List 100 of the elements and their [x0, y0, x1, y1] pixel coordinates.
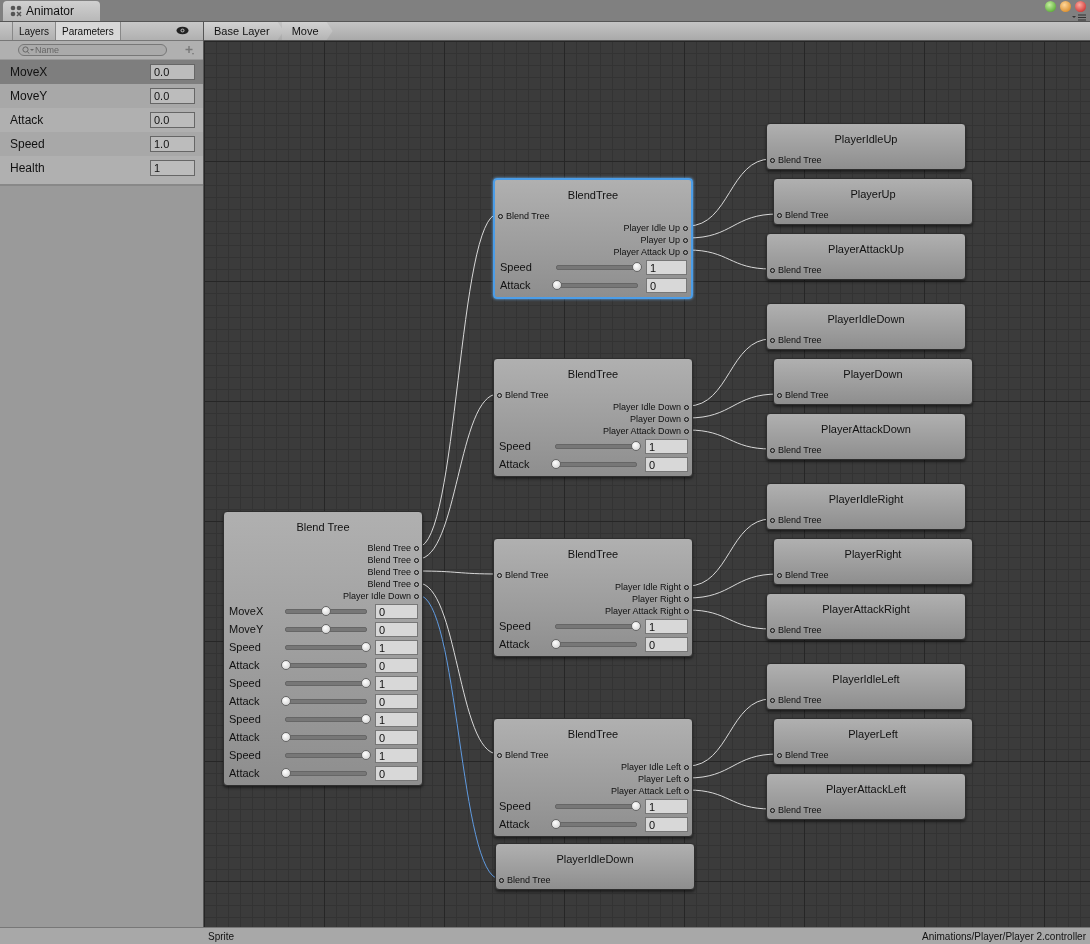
parameter-row[interactable]: Health 1: [0, 156, 203, 180]
node-title: PlayerAttackLeft: [825, 783, 907, 795]
node-title: BlendTree: [567, 189, 619, 201]
parameter-value-field[interactable]: 0: [375, 621, 418, 637]
port-label: Player Up: [640, 235, 680, 245]
eye-icon[interactable]: [176, 26, 189, 35]
parameter-name: Speed: [229, 749, 262, 761]
parameter-row[interactable]: MoveY 0.0: [0, 84, 203, 108]
port-label: Blend Tree: [506, 211, 550, 221]
parameter-value-field[interactable]: 1: [645, 438, 688, 454]
parameter-value-field[interactable]: 0: [375, 765, 418, 781]
parameter-value-field[interactable]: 0: [645, 816, 688, 832]
zoom-window-button[interactable]: [1045, 1, 1056, 12]
graph-node[interactable]: BlendTree Blend Tree Player Idle Up Player Up Player Attack Up Speed 1 Attack 0: [493, 178, 693, 299]
parameter-value-field[interactable]: 1: [645, 798, 688, 814]
graph-node[interactable]: PlayerUp Blend Tree: [773, 178, 973, 225]
parameter-row[interactable]: MoveX 0.0: [0, 60, 203, 84]
graph-node[interactable]: PlayerAttackRight Blend Tree: [766, 593, 966, 640]
graph-node[interactable]: PlayerRight Blend Tree: [773, 538, 973, 585]
port-label: Blend Tree: [778, 625, 822, 635]
parameter-value-field[interactable]: 0: [375, 603, 418, 619]
parameter-value-field[interactable]: 0: [645, 636, 688, 652]
parameter-name: Speed: [229, 677, 262, 689]
parameter-row[interactable]: Attack 0.0: [0, 108, 203, 132]
parameter-name: MoveX: [229, 605, 265, 617]
graph-node[interactable]: PlayerIdleDown Blend Tree: [495, 843, 695, 890]
port-label: Player Attack Right: [604, 606, 681, 616]
graph-node[interactable]: BlendTree Blend Tree Player Idle Down Player Down Player Attack Down Speed 1 Attack 0: [493, 358, 693, 477]
parameter-value-field[interactable]: 1: [150, 160, 195, 176]
status-text: Sprite: [208, 930, 235, 942]
node-title: BlendTree: [567, 728, 619, 740]
port-label: Player Idle Down: [612, 402, 681, 412]
graph-node[interactable]: PlayerIdleRight Blend Tree: [766, 483, 966, 530]
node-title: PlayerLeft: [848, 728, 898, 740]
parameter-value-field[interactable]: 0: [645, 456, 688, 472]
minimize-window-button[interactable]: [1060, 1, 1071, 12]
animator-tab[interactable]: Animator: [3, 1, 100, 21]
breadcrumb-item[interactable]: Move: [281, 22, 333, 40]
parameter-name: MoveY: [229, 623, 265, 635]
parameter-value-field[interactable]: 1: [375, 639, 418, 655]
graph-node[interactable]: Blend Tree Blend Tree Blend Tree Blend Tree Blend Tree Player Idle Down MoveX 0 MoveY 0 Speed 1 Attack 0 Speed 1 Attack 0 Speed 1 Attack 0 Speed 1 Attack 0: [223, 511, 423, 786]
parameter-name: Health: [10, 161, 45, 175]
parameter-name: Attack: [499, 458, 531, 470]
node-title: Blend Tree: [296, 521, 350, 533]
node-title: PlayerIdleLeft: [832, 673, 900, 685]
menu-icon[interactable]: [1072, 14, 1086, 21]
graph-node[interactable]: PlayerAttackDown Blend Tree: [766, 413, 966, 460]
node-title: BlendTree: [567, 548, 619, 560]
animator-icon: [10, 5, 22, 17]
parameter-name: Attack: [229, 731, 261, 743]
parameter-value-field[interactable]: 1: [645, 618, 688, 634]
parameter-name: Attack: [229, 659, 261, 671]
port-label: Blend Tree: [785, 210, 829, 220]
parameter-value-field[interactable]: 1: [375, 711, 418, 727]
graph-node[interactable]: PlayerIdleLeft Blend Tree: [766, 663, 966, 710]
parameter-value-field[interactable]: 1.0: [150, 136, 195, 152]
parameter-value-field[interactable]: 0: [375, 693, 418, 709]
port-label: Blend Tree: [367, 555, 411, 565]
graph-node[interactable]: PlayerDown Blend Tree: [773, 358, 973, 405]
parameter-value-field[interactable]: 0: [375, 657, 418, 673]
parameter-name: Attack: [499, 638, 531, 650]
parameter-name: Attack: [499, 818, 531, 830]
port-label: Blend Tree: [778, 695, 822, 705]
port-label: Blend Tree: [778, 445, 822, 455]
search-field[interactable]: Name: [18, 44, 167, 56]
graph-node[interactable]: BlendTree Blend Tree Player Idle Right Player Right Player Attack Right Speed 1 Attack 0: [493, 538, 693, 657]
port-label: Player Idle Up: [623, 223, 680, 233]
node-title: PlayerIdleDown: [556, 853, 634, 865]
port-label: Blend Tree: [785, 570, 829, 580]
parameter-value-field[interactable]: 1: [375, 675, 418, 691]
parameter-name: Speed: [499, 620, 532, 632]
parameter-value-field[interactable]: 1: [375, 747, 418, 763]
port-label: Blend Tree: [778, 335, 822, 345]
breadcrumb-item[interactable]: Base Layer: [204, 22, 284, 40]
parameter-name: Attack: [229, 767, 261, 779]
panel-tab[interactable]: Parameters: [55, 22, 121, 40]
node-title: PlayerAttackDown: [821, 423, 911, 435]
parameter-name: Speed: [499, 440, 532, 452]
parameter-value-field[interactable]: 0.0: [150, 88, 195, 104]
parameter-row[interactable]: Speed 1.0: [0, 132, 203, 156]
graph-node[interactable]: PlayerAttackUp Blend Tree: [766, 233, 966, 280]
node-title: PlayerAttackRight: [822, 603, 910, 615]
node-title: BlendTree: [567, 368, 619, 380]
port-label: Blend Tree: [778, 805, 822, 815]
port-label: Blend Tree: [505, 570, 549, 580]
port-label: Blend Tree: [785, 750, 829, 760]
graph-node[interactable]: PlayerAttackLeft Blend Tree: [766, 773, 966, 820]
parameter-name: Speed: [229, 713, 262, 725]
parameter-value-field[interactable]: 0.0: [150, 64, 195, 80]
parameter-value-field[interactable]: 0: [646, 277, 687, 293]
port-label: Blend Tree: [778, 515, 822, 525]
graph-node[interactable]: PlayerIdleUp Blend Tree: [766, 123, 966, 170]
parameter-value-field[interactable]: 0: [375, 729, 418, 745]
parameter-value-field[interactable]: 1: [646, 259, 687, 275]
graph-node[interactable]: BlendTree Blend Tree Player Idle Left Player Left Player Attack Left Speed 1 Attack 0: [493, 718, 693, 837]
parameter-name: Speed: [10, 137, 45, 151]
node-title: PlayerAttackUp: [828, 243, 904, 255]
graph-node[interactable]: PlayerLeft Blend Tree: [773, 718, 973, 765]
parameter-value-field[interactable]: 0.0: [150, 112, 195, 128]
graph-node[interactable]: PlayerIdleDown Blend Tree: [766, 303, 966, 350]
